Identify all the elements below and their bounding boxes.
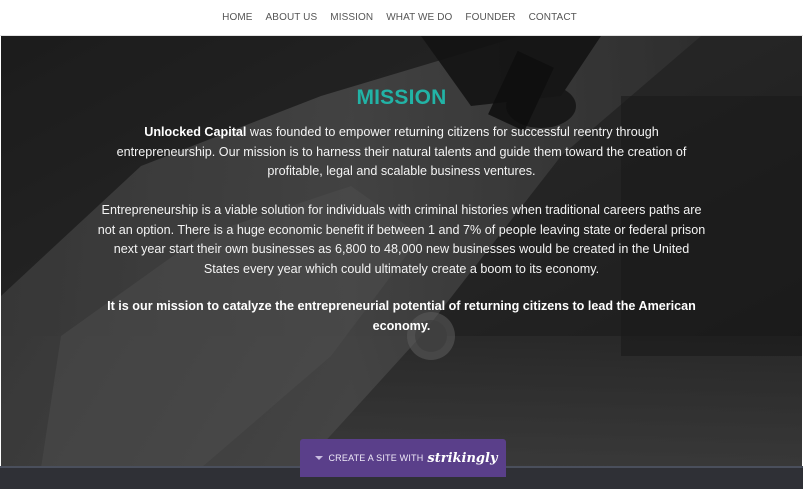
create-site-badge[interactable]: CREATE A SITE WITH strikingly <box>300 439 506 477</box>
nav-item-what-we-do[interactable]: WHAT WE DO <box>380 12 459 23</box>
nav-item-contact[interactable]: CONTACT <box>522 12 583 23</box>
nav-item-about-us[interactable]: ABOUT US <box>259 12 324 23</box>
top-navigation: HOME ABOUT US MISSION WHAT WE DO FOUNDER… <box>0 0 803 36</box>
mission-section: MISSION Unlocked Capital was founded to … <box>1 36 802 468</box>
badge-label: CREATE A SITE WITH <box>328 453 424 463</box>
mission-title: MISSION <box>356 86 447 109</box>
nav-item-mission[interactable]: MISSION <box>324 12 380 23</box>
mission-paragraph-2: Entrepreneurship is a viable solution fo… <box>97 203 706 276</box>
strikingly-logo: strikingly <box>427 450 498 466</box>
caret-down-icon[interactable] <box>315 456 323 460</box>
mission-statement: It is our mission to catalyze the entrep… <box>107 299 696 333</box>
nav-item-founder[interactable]: FOUNDER <box>459 12 522 23</box>
mission-paragraph-1: Unlocked Capital was founded to empower … <box>96 123 707 182</box>
page: HOME ABOUT US MISSION WHAT WE DO FOUNDER… <box>0 0 803 489</box>
company-name: Unlocked Capital <box>144 125 247 139</box>
nav-item-home[interactable]: HOME <box>216 12 259 23</box>
